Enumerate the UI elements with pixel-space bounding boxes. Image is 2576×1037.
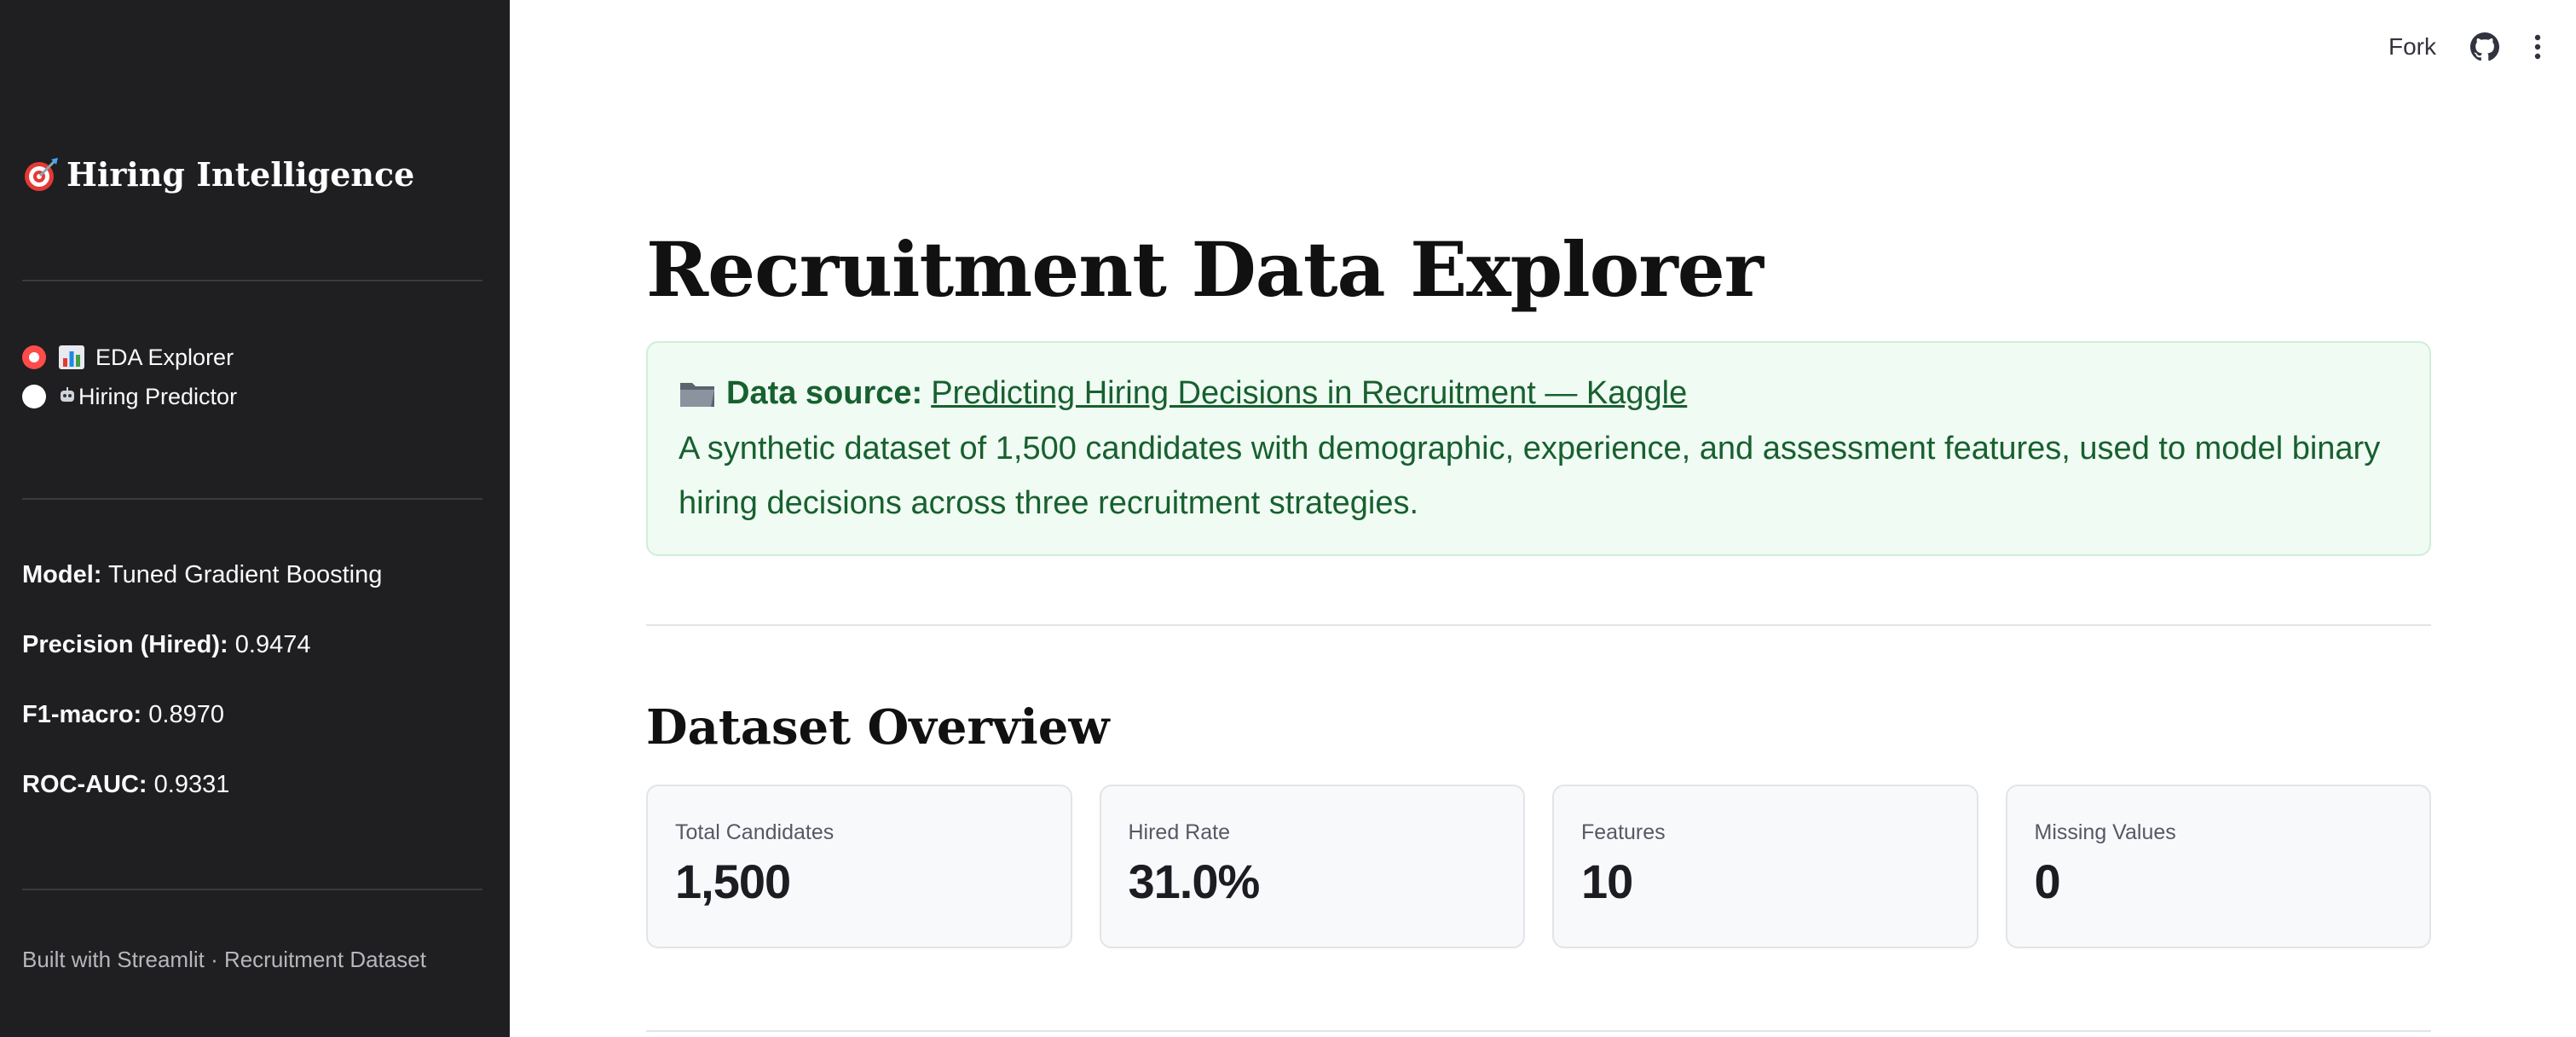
top-toolbar: Fork xyxy=(2388,32,2542,61)
metric-value: 0.9331 xyxy=(153,771,230,798)
fork-button[interactable]: Fork xyxy=(2388,33,2436,61)
metric-precision: Precision (Hired): 0.9474 xyxy=(22,628,382,698)
dataset-overview-heading: Dataset Overview xyxy=(646,699,1110,756)
data-source-label: Data source: xyxy=(726,374,923,411)
sidebar-divider xyxy=(22,889,482,890)
section-divider xyxy=(646,624,2431,626)
metric-label: Precision (Hired): xyxy=(22,631,228,658)
metric-value: 0.8970 xyxy=(148,701,224,728)
data-source-description: A synthetic dataset of 1,500 candidates … xyxy=(679,431,2381,521)
radio-unselected[interactable] xyxy=(22,385,46,408)
metric-card-features: Features 10 xyxy=(1552,785,1978,948)
section-divider xyxy=(646,1030,2431,1032)
metric-card-total-candidates: Total Candidates 1,500 xyxy=(646,785,1072,948)
model-metrics: Model: Tuned Gradient Boosting Precision… xyxy=(22,558,382,837)
github-icon[interactable] xyxy=(2470,32,2499,61)
page-title: Recruitment Data Explorer xyxy=(646,225,1764,314)
metric-card-missing-values: Missing Values 0 xyxy=(2005,785,2431,948)
card-value: 10 xyxy=(1581,855,1633,908)
folder-icon xyxy=(679,378,716,408)
nav-item-label: Hiring Predictor xyxy=(78,383,238,409)
card-label: Total Candidates xyxy=(675,820,835,844)
card-label: Features xyxy=(1581,820,1666,844)
app-title-text: Hiring Intelligence xyxy=(66,155,415,194)
app-title: Hiring Intelligence xyxy=(22,155,414,194)
card-label: Missing Values xyxy=(2034,820,2176,844)
robot-icon xyxy=(58,385,77,403)
nav-item-eda-explorer[interactable]: EDA Explorer xyxy=(22,338,237,377)
sidebar-divider xyxy=(22,498,482,500)
metric-roc-auc: ROC-AUC: 0.9331 xyxy=(22,768,382,837)
nav-item-label: EDA Explorer xyxy=(95,344,234,370)
metric-label: F1-macro: xyxy=(22,701,142,728)
more-vertical-icon[interactable] xyxy=(2533,33,2542,61)
metric-value: 0.9474 xyxy=(234,631,311,658)
sidebar: Hiring Intelligence EDA Explorer Hiring … xyxy=(0,0,510,1037)
dart-target-icon xyxy=(22,156,60,194)
card-value: 0 xyxy=(2034,855,2061,908)
data-source-line: Data source: Predicting Hiring Decisions… xyxy=(679,372,2399,414)
metric-label: Model: xyxy=(22,561,102,588)
nav-item-hiring-predictor[interactable]: Hiring Predictor xyxy=(22,377,237,416)
sidebar-divider xyxy=(22,280,482,281)
data-source-info-box: Data source: Predicting Hiring Decisions… xyxy=(646,341,2431,556)
radio-selected[interactable] xyxy=(22,345,46,369)
page-nav-radio-group: EDA Explorer Hiring Predictor xyxy=(22,338,237,416)
kaggle-link[interactable]: Predicting Hiring Decisions in Recruitme… xyxy=(931,375,1687,412)
card-value: 31.0% xyxy=(1128,855,1261,908)
card-label: Hired Rate xyxy=(1128,820,1231,844)
sidebar-footer: Built with Streamlit · Recruitment Datas… xyxy=(22,947,426,972)
metric-label: ROC-AUC: xyxy=(22,771,147,798)
bar-chart-icon xyxy=(58,345,87,370)
card-value: 1,500 xyxy=(675,855,791,908)
overview-metric-cards: Total Candidates 1,500 Hired Rate 31.0% … xyxy=(646,785,2431,948)
metric-model: Model: Tuned Gradient Boosting xyxy=(22,558,382,628)
metric-card-hired-rate: Hired Rate 31.0% xyxy=(1099,785,1525,948)
metric-f1-macro: F1-macro: 0.8970 xyxy=(22,698,382,768)
metric-value: Tuned Gradient Boosting xyxy=(107,561,383,588)
